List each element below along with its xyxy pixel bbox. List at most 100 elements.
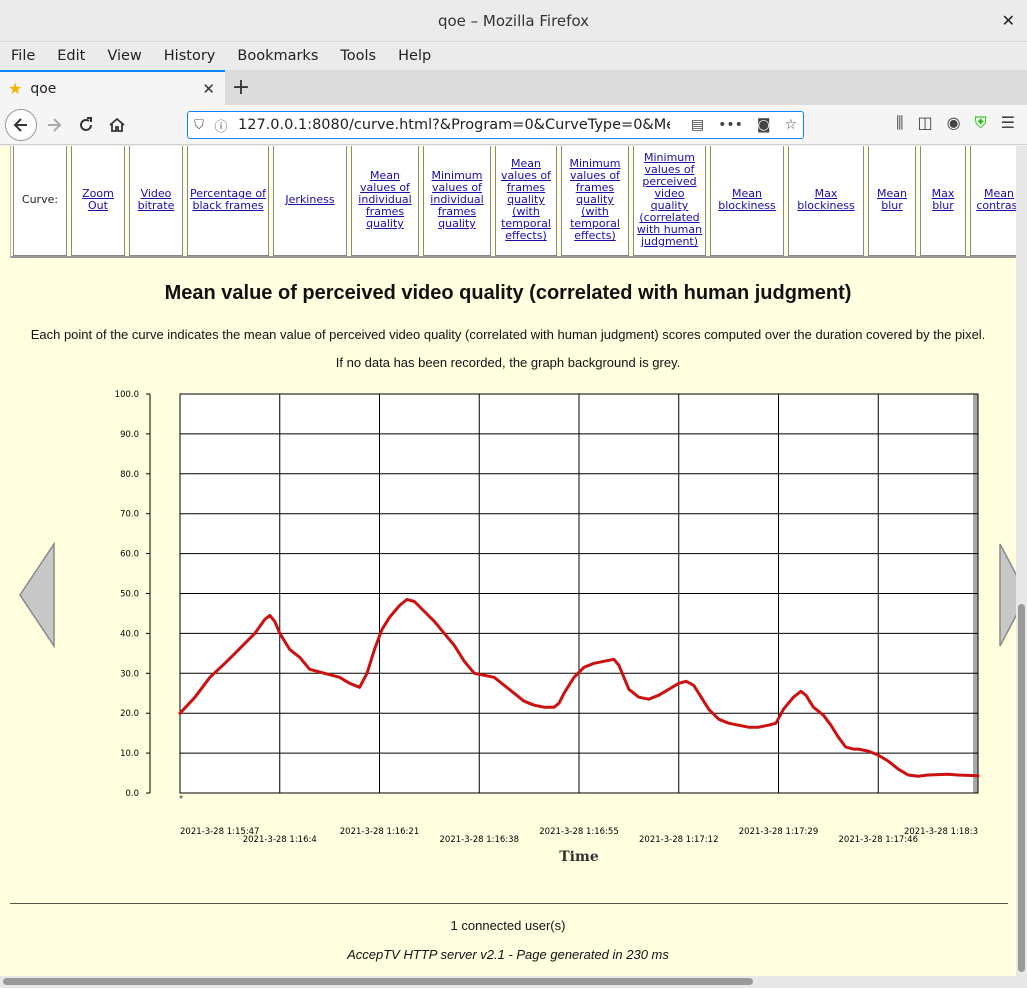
curve-cell: Max blur <box>920 146 966 256</box>
reload-button[interactable] <box>74 113 98 137</box>
reader-view-icon[interactable]: ▤ <box>691 117 704 133</box>
address-bar[interactable]: ⛉ ⓘ 127.0.0.1:8080/curve.html?&Program=0… <box>187 111 804 139</box>
curve-link-video-bitrate[interactable]: Video bitrate <box>132 188 180 212</box>
curve-link-mean-temporal-quality[interactable]: Mean values of frames quality (with temp… <box>498 158 554 242</box>
chart-description: Each point of the curve indicates the me… <box>30 327 986 342</box>
curve-cell: Mean values of individual frames quality <box>351 146 419 256</box>
curve-link-min-temporal-quality[interactable]: Minimum values of frames quality (with t… <box>564 158 626 242</box>
origin-marker <box>179 795 183 799</box>
curve-link-mean-blur[interactable]: Mean blur <box>871 188 913 212</box>
y-tick-label: 40.0 <box>120 629 139 639</box>
x-axis-label: Time <box>559 849 599 865</box>
tab-strip: ★ qoe ✕ + <box>0 70 1027 105</box>
x-tick-label: 2021-3-28 1:17:12 <box>639 835 718 845</box>
curve-link-zoom-out[interactable]: Zoom Out <box>74 188 122 212</box>
arrow-right-icon <box>48 118 62 132</box>
page-content: Curve: Zoom Out Video bitrate Percentage… <box>0 146 1016 976</box>
page-actions-icon[interactable]: ••• <box>718 117 743 133</box>
forward-button[interactable] <box>42 113 66 137</box>
menu-view[interactable]: View <box>96 48 152 64</box>
home-icon <box>109 117 125 132</box>
star-favicon-icon: ★ <box>8 79 23 98</box>
home-button[interactable] <box>105 113 129 137</box>
curve-selector-table: Curve: Zoom Out Video bitrate Percentage… <box>10 146 1016 258</box>
y-tick-label: 90.0 <box>120 430 139 440</box>
curve-link-mean-frames-quality[interactable]: Mean values of individual frames quality <box>354 170 416 230</box>
curve-cell: Mean values of frames quality (with temp… <box>495 146 557 256</box>
reload-icon <box>80 117 92 131</box>
y-tick-label: 70.0 <box>120 510 139 520</box>
horizontal-scrollbar-thumb[interactable] <box>3 978 753 985</box>
site-info-icon[interactable]: ⓘ <box>210 116 232 135</box>
no-data-note: If no data has been recorded, the graph … <box>335 355 681 370</box>
curve-cell: Minimum values of frames quality (with t… <box>561 146 629 256</box>
account-icon[interactable]: ◉ <box>947 113 961 133</box>
horizontal-scrollbar[interactable] <box>0 976 1027 988</box>
curve-cell: Mean contrast <box>970 146 1016 256</box>
curve-link-max-blockiness[interactable]: Max blockiness <box>791 188 861 212</box>
x-tick-label: 2021-3-28 1:16:55 <box>539 827 618 837</box>
sidebar-icon[interactable]: ◫ <box>918 113 933 133</box>
window-titlebar: qoe – Mozilla Firefox ✕ <box>0 0 1027 42</box>
window-title: qoe – Mozilla Firefox <box>437 11 590 30</box>
curve-label: Curve: <box>21 193 59 206</box>
x-tick-label: 2021-3-28 1:16:21 <box>340 827 419 837</box>
x-tick-label: 2021-3-28 1:17:29 <box>739 827 818 837</box>
window-close-icon[interactable]: ✕ <box>1002 11 1015 30</box>
x-tick-label: 2021-3-28 1:16:38 <box>440 835 519 845</box>
menu-help[interactable]: Help <box>387 48 442 64</box>
curve-cell: Max blockiness <box>788 146 864 256</box>
y-tick-label: 60.0 <box>120 550 139 560</box>
curve-link-mean-blockiness[interactable]: Mean blockiness <box>713 188 781 212</box>
curve-link-max-blur[interactable]: Max blur <box>923 188 963 212</box>
curve-cell: Mean blockiness <box>710 146 784 256</box>
menu-file[interactable]: File <box>0 48 46 64</box>
curve-cell: Jerkiness <box>273 146 347 256</box>
tab-qoe[interactable]: ★ qoe ✕ <box>0 70 225 105</box>
menu-tools[interactable]: Tools <box>329 48 387 64</box>
y-tick-label: 100.0 <box>115 390 139 400</box>
curve-link-min-frames-quality[interactable]: Minimum values of individual frames qual… <box>426 170 488 230</box>
curve-cell: Zoom Out <box>71 146 125 256</box>
tab-close-icon[interactable]: ✕ <box>202 80 215 98</box>
curve-link-min-perceived-quality[interactable]: Minimum values of perceived video qualit… <box>636 152 703 248</box>
menu-edit[interactable]: Edit <box>46 48 96 64</box>
server-info: AccepTV HTTP server v2.1 - Page generate… <box>347 947 669 962</box>
curve-link-mean-contrast[interactable]: Mean contrast <box>973 188 1016 212</box>
menu-bar: File Edit View History Bookmarks Tools H… <box>0 42 1027 70</box>
y-tick-label: 10.0 <box>120 749 139 759</box>
curve-label-cell: Curve: <box>13 146 67 256</box>
quality-chart: 0.0 10.0 20.0 30.0 40.0 50.0 60.0 70.0 80.0 90.0 1… <box>115 390 980 865</box>
tab-label: qoe <box>30 80 57 97</box>
back-button[interactable] <box>5 109 37 141</box>
curve-cell: Mean blur <box>868 146 916 256</box>
menu-history[interactable]: History <box>153 48 227 64</box>
y-tick-label: 0.0 <box>125 789 139 799</box>
y-tick-label: 20.0 <box>120 709 139 719</box>
vertical-scrollbar[interactable] <box>1016 146 1027 976</box>
curve-cell: Percentage of black frames <box>187 146 269 256</box>
x-tick-label: 2021-3-28 1:16:4 <box>243 835 317 845</box>
menu-bookmarks[interactable]: Bookmarks <box>226 48 329 64</box>
navigation-bar: ⛉ ⓘ 127.0.0.1:8080/curve.html?&Program=0… <box>0 105 1027 145</box>
y-tick-label: 50.0 <box>120 590 139 600</box>
curve-cell: Video bitrate <box>129 146 183 256</box>
hamburger-menu-icon[interactable]: ☰ <box>1001 113 1015 133</box>
vertical-scrollbar-thumb[interactable] <box>1018 604 1025 972</box>
curve-link-jerkiness[interactable]: Jerkiness <box>285 194 334 206</box>
connected-users: 1 connected user(s) <box>450 918 566 933</box>
extension-shield-icon[interactable]: ⛨ <box>975 113 987 133</box>
y-tick-label: 80.0 <box>120 470 139 480</box>
arrow-left-icon <box>13 118 27 132</box>
curve-cell: Minimum values of individual frames qual… <box>423 146 491 256</box>
tracking-shield-icon[interactable]: ⛉ <box>188 118 210 133</box>
footer-divider <box>10 903 1008 904</box>
bookmark-star-icon[interactable]: ☆ <box>784 117 797 133</box>
url-input[interactable]: 127.0.0.1:8080/curve.html?&Program=0&Cur… <box>238 117 670 133</box>
library-icon[interactable]: ⫼ <box>896 113 903 133</box>
pocket-icon[interactable]: ◙ <box>757 117 771 133</box>
curve-cell: Minimum values of perceived video qualit… <box>633 146 706 256</box>
curve-link-black-frames[interactable]: Percentage of black frames <box>190 188 266 212</box>
new-tab-button[interactable]: + <box>225 70 257 105</box>
page-title: Mean value of perceived video quality (c… <box>164 282 852 304</box>
